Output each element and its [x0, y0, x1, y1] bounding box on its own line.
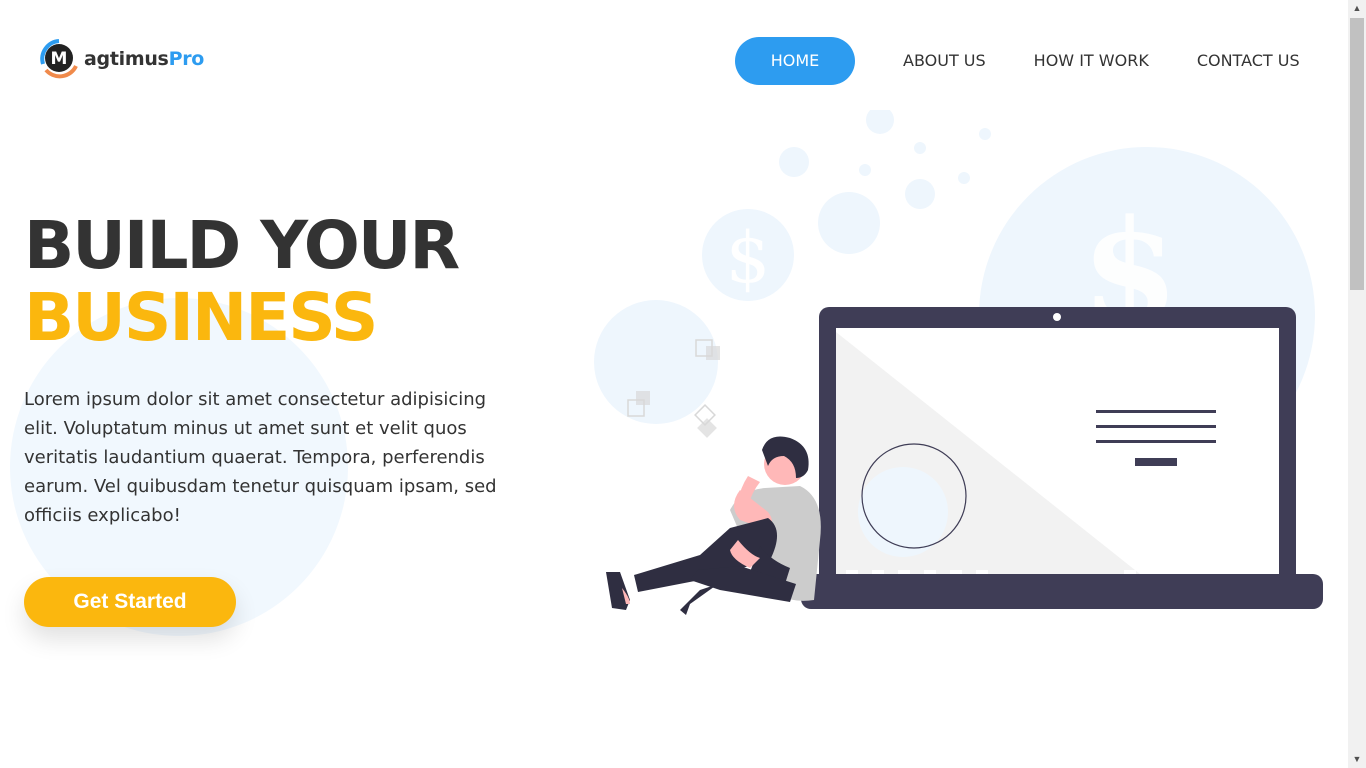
scroll-thumb[interactable] [1350, 18, 1364, 290]
deco-square [636, 391, 650, 405]
hero-title-line1: BUILD YOUR [24, 207, 460, 284]
bubble [818, 192, 880, 254]
deco-square [706, 346, 720, 360]
nav-contact-us[interactable]: CONTACT US [1197, 37, 1300, 85]
bubble [979, 128, 991, 140]
brand-logo[interactable]: M agtimusPro [38, 38, 204, 80]
logo-letter: M [51, 49, 68, 69]
deco-square [697, 418, 717, 438]
nav-about-us[interactable]: ABOUT US [903, 37, 986, 85]
get-started-button[interactable]: Get Started [24, 577, 236, 627]
hero-title-line2: BUSINESS [24, 279, 378, 356]
bubble [958, 172, 970, 184]
logo-icon: M [38, 38, 80, 80]
scroll-down-arrow-icon[interactable]: ▼ [1348, 751, 1366, 768]
scroll-up-arrow-icon[interactable]: ▲ [1348, 0, 1366, 17]
nav-how-it-work[interactable]: HOW IT WORK [1034, 37, 1149, 85]
nav-home[interactable]: HOME [735, 37, 855, 85]
hero-title: BUILD YOUR BUSINESS [24, 207, 460, 356]
page-scrollbar[interactable]: ▲ ▼ [1348, 0, 1366, 768]
bubble [859, 164, 871, 176]
hero-illustration: $ $ [594, 110, 1323, 615]
brand-name: agtimusPro [84, 48, 204, 70]
person-figure [606, 436, 821, 615]
bubble [905, 179, 935, 209]
bubble [866, 110, 894, 134]
brand-name-accent: Pro [168, 48, 205, 70]
landing-page: M agtimusPro HOME ABOUT US HOW IT WORK C… [0, 0, 1348, 768]
brand-name-main: agtimus [84, 48, 169, 70]
laptop [801, 307, 1323, 609]
hero-description: Lorem ipsum dolor sit amet consectetur a… [24, 389, 497, 526]
bubble [779, 147, 809, 177]
main-nav: HOME ABOUT US HOW IT WORK CONTACT US [735, 37, 1300, 85]
bubble [594, 300, 718, 424]
bubble [914, 142, 926, 154]
dollar-icon: $ [726, 217, 771, 299]
